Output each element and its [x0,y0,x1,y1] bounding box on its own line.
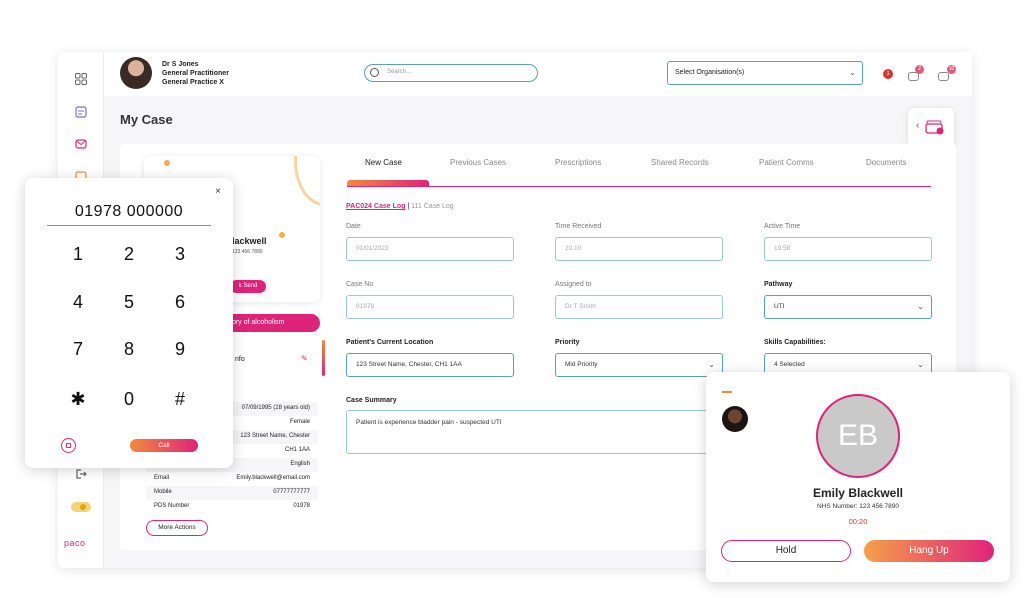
case-log-active-link[interactable]: PAC024 Case Log [346,203,405,210]
key-9[interactable]: 9 [160,339,200,360]
summary-label: Case Summary [346,397,397,404]
location-label: Patient's Current Location [346,339,434,346]
close-icon[interactable]: × [215,186,221,197]
hang-up-button[interactable]: Hang Up [864,540,994,562]
patient-info-header: nfo ✎ [231,344,319,374]
top-bar: Dr S Jones General Practitioner General … [104,52,972,96]
key-0[interactable]: 0 [109,389,149,410]
skills-value: 4 Selected [774,361,805,368]
chevron-left-icon: ‹ [916,120,920,131]
user-role: General Practitioner [162,70,229,77]
case-icon[interactable] [74,105,88,119]
organisation-select-label: Select Organisation(s) [675,69,745,76]
pathway-select[interactable]: UTI ⌄ [764,295,932,319]
alert-banner: tory of alcoholism [226,314,320,332]
patient-info-heading: nfo [235,356,245,363]
search-input[interactable]: Search... [364,64,538,82]
user-practice: General Practice X [162,79,224,86]
caller-avatar [722,406,748,432]
key-hash[interactable]: # [160,389,200,410]
tab-new-case[interactable]: New Case [365,158,402,167]
time-received-label: Time Received [555,223,602,230]
tab-patient-comms[interactable]: Patient Comms [759,158,814,167]
case-no-label: Case No [346,281,374,288]
alert-badge[interactable]: 1 [883,69,893,79]
tab-divider [347,186,931,187]
dial-underline [47,225,211,227]
scrollbar[interactable] [322,340,325,376]
date-field[interactable]: 01/01/2023 [346,237,514,261]
summary-textarea[interactable]: Patient is experience bladder pain - sus… [346,410,721,454]
theme-toggle[interactable] [71,502,91,512]
caller-name: Emily Blackwell [812,486,904,500]
location-field[interactable]: 123 Street Name, Chester, CH1 1AA [346,353,514,377]
deco-ring [294,156,320,206]
more-actions-button[interactable]: More Actions [146,520,208,536]
user-name: Dr S Jones [162,61,199,68]
keypad-toggle-icon[interactable] [61,438,76,453]
case-stack-button[interactable]: ‹ [908,108,954,148]
date-label: Date [346,223,361,230]
active-time-label: Active Time [764,223,801,230]
dialer-popup: × 01978 000000 1 2 3 4 5 6 7 8 9 ✱ 0 # C… [25,178,233,468]
pathway-label: Pathway [764,281,793,288]
skills-label: Skills Capabilities: [764,339,826,346]
case-log-switch: PAC024 Case Log | 111 Case Log [346,203,454,210]
key-1[interactable]: 1 [58,244,98,265]
patient-initials-avatar: EB [816,394,900,478]
send-button[interactable]: k Send [230,280,266,293]
assigned-to-field[interactable]: Dr T Smith [555,295,723,319]
key-5[interactable]: 5 [109,292,149,313]
message-badge: 10 [947,65,956,74]
organisation-select[interactable]: Select Organisation(s) ⌄ [667,61,863,85]
deco-dot [164,160,170,166]
deco-line [722,391,732,393]
folder-user-icon [925,120,944,135]
info-row: Mobile 07777777777 [146,486,318,500]
key-star[interactable]: ✱ [58,389,98,410]
key-3[interactable]: 3 [160,244,200,265]
info-row: Email Emily.blackwell@email.com [154,475,310,481]
case-no-field[interactable]: 01978 [346,295,514,319]
call-timer: 00:20 [848,517,868,526]
dial-number-display[interactable]: 01978 000000 [25,203,233,221]
tab-shared-records[interactable]: Shared Records [651,158,709,167]
mail-icon[interactable] [74,137,88,151]
key-8[interactable]: 8 [109,339,149,360]
chevron-down-icon: ⌄ [849,68,856,77]
case-log-other-link[interactable]: 111 Case Log [411,203,454,210]
tab-documents[interactable]: Documents [866,158,906,167]
page-title: My Case [120,112,173,127]
grid-icon[interactable] [74,72,88,86]
logout-icon[interactable] [74,467,88,481]
tab-prescriptions[interactable]: Prescriptions [555,158,601,167]
key-4[interactable]: 4 [58,292,98,313]
patient-nhs: 123 456 7890 [232,249,263,255]
deco-dot [279,232,285,238]
info-row: PDS Number 01978 [154,503,310,509]
active-time-field[interactable]: 19:58 [764,237,932,261]
key-7[interactable]: 7 [58,339,98,360]
chat-icon[interactable] [938,72,949,81]
user-details: Dr S Jones General Practitioner General … [162,60,229,87]
active-call-card: EB Emily Blackwell NHS Number: 123 456 7… [706,372,1010,582]
brand-logo: paco [64,538,86,548]
caller-nhs: NHS Number: 123 456 7890 [816,503,900,510]
chevron-down-icon: ⌄ [917,302,924,311]
tab-previous-cases[interactable]: Previous Cases [450,158,506,167]
edit-icon[interactable]: ✎ [301,354,308,363]
notification-badge: 2 [915,65,924,74]
user-avatar[interactable] [120,57,152,89]
key-6[interactable]: 6 [160,292,200,313]
call-button[interactable]: Call [130,439,198,452]
priority-label: Priority [555,339,580,346]
priority-select[interactable]: Mid Priority ⌄ [555,353,723,377]
key-2[interactable]: 2 [109,244,149,265]
pathway-value: UTI [774,303,785,310]
priority-value: Mid Priority [565,361,598,368]
time-received-field[interactable]: 20:10 [555,237,723,261]
patient-name: lackwell [232,236,267,246]
hold-button[interactable]: Hold [721,540,851,562]
assigned-to-label: Assigned to [555,281,592,288]
